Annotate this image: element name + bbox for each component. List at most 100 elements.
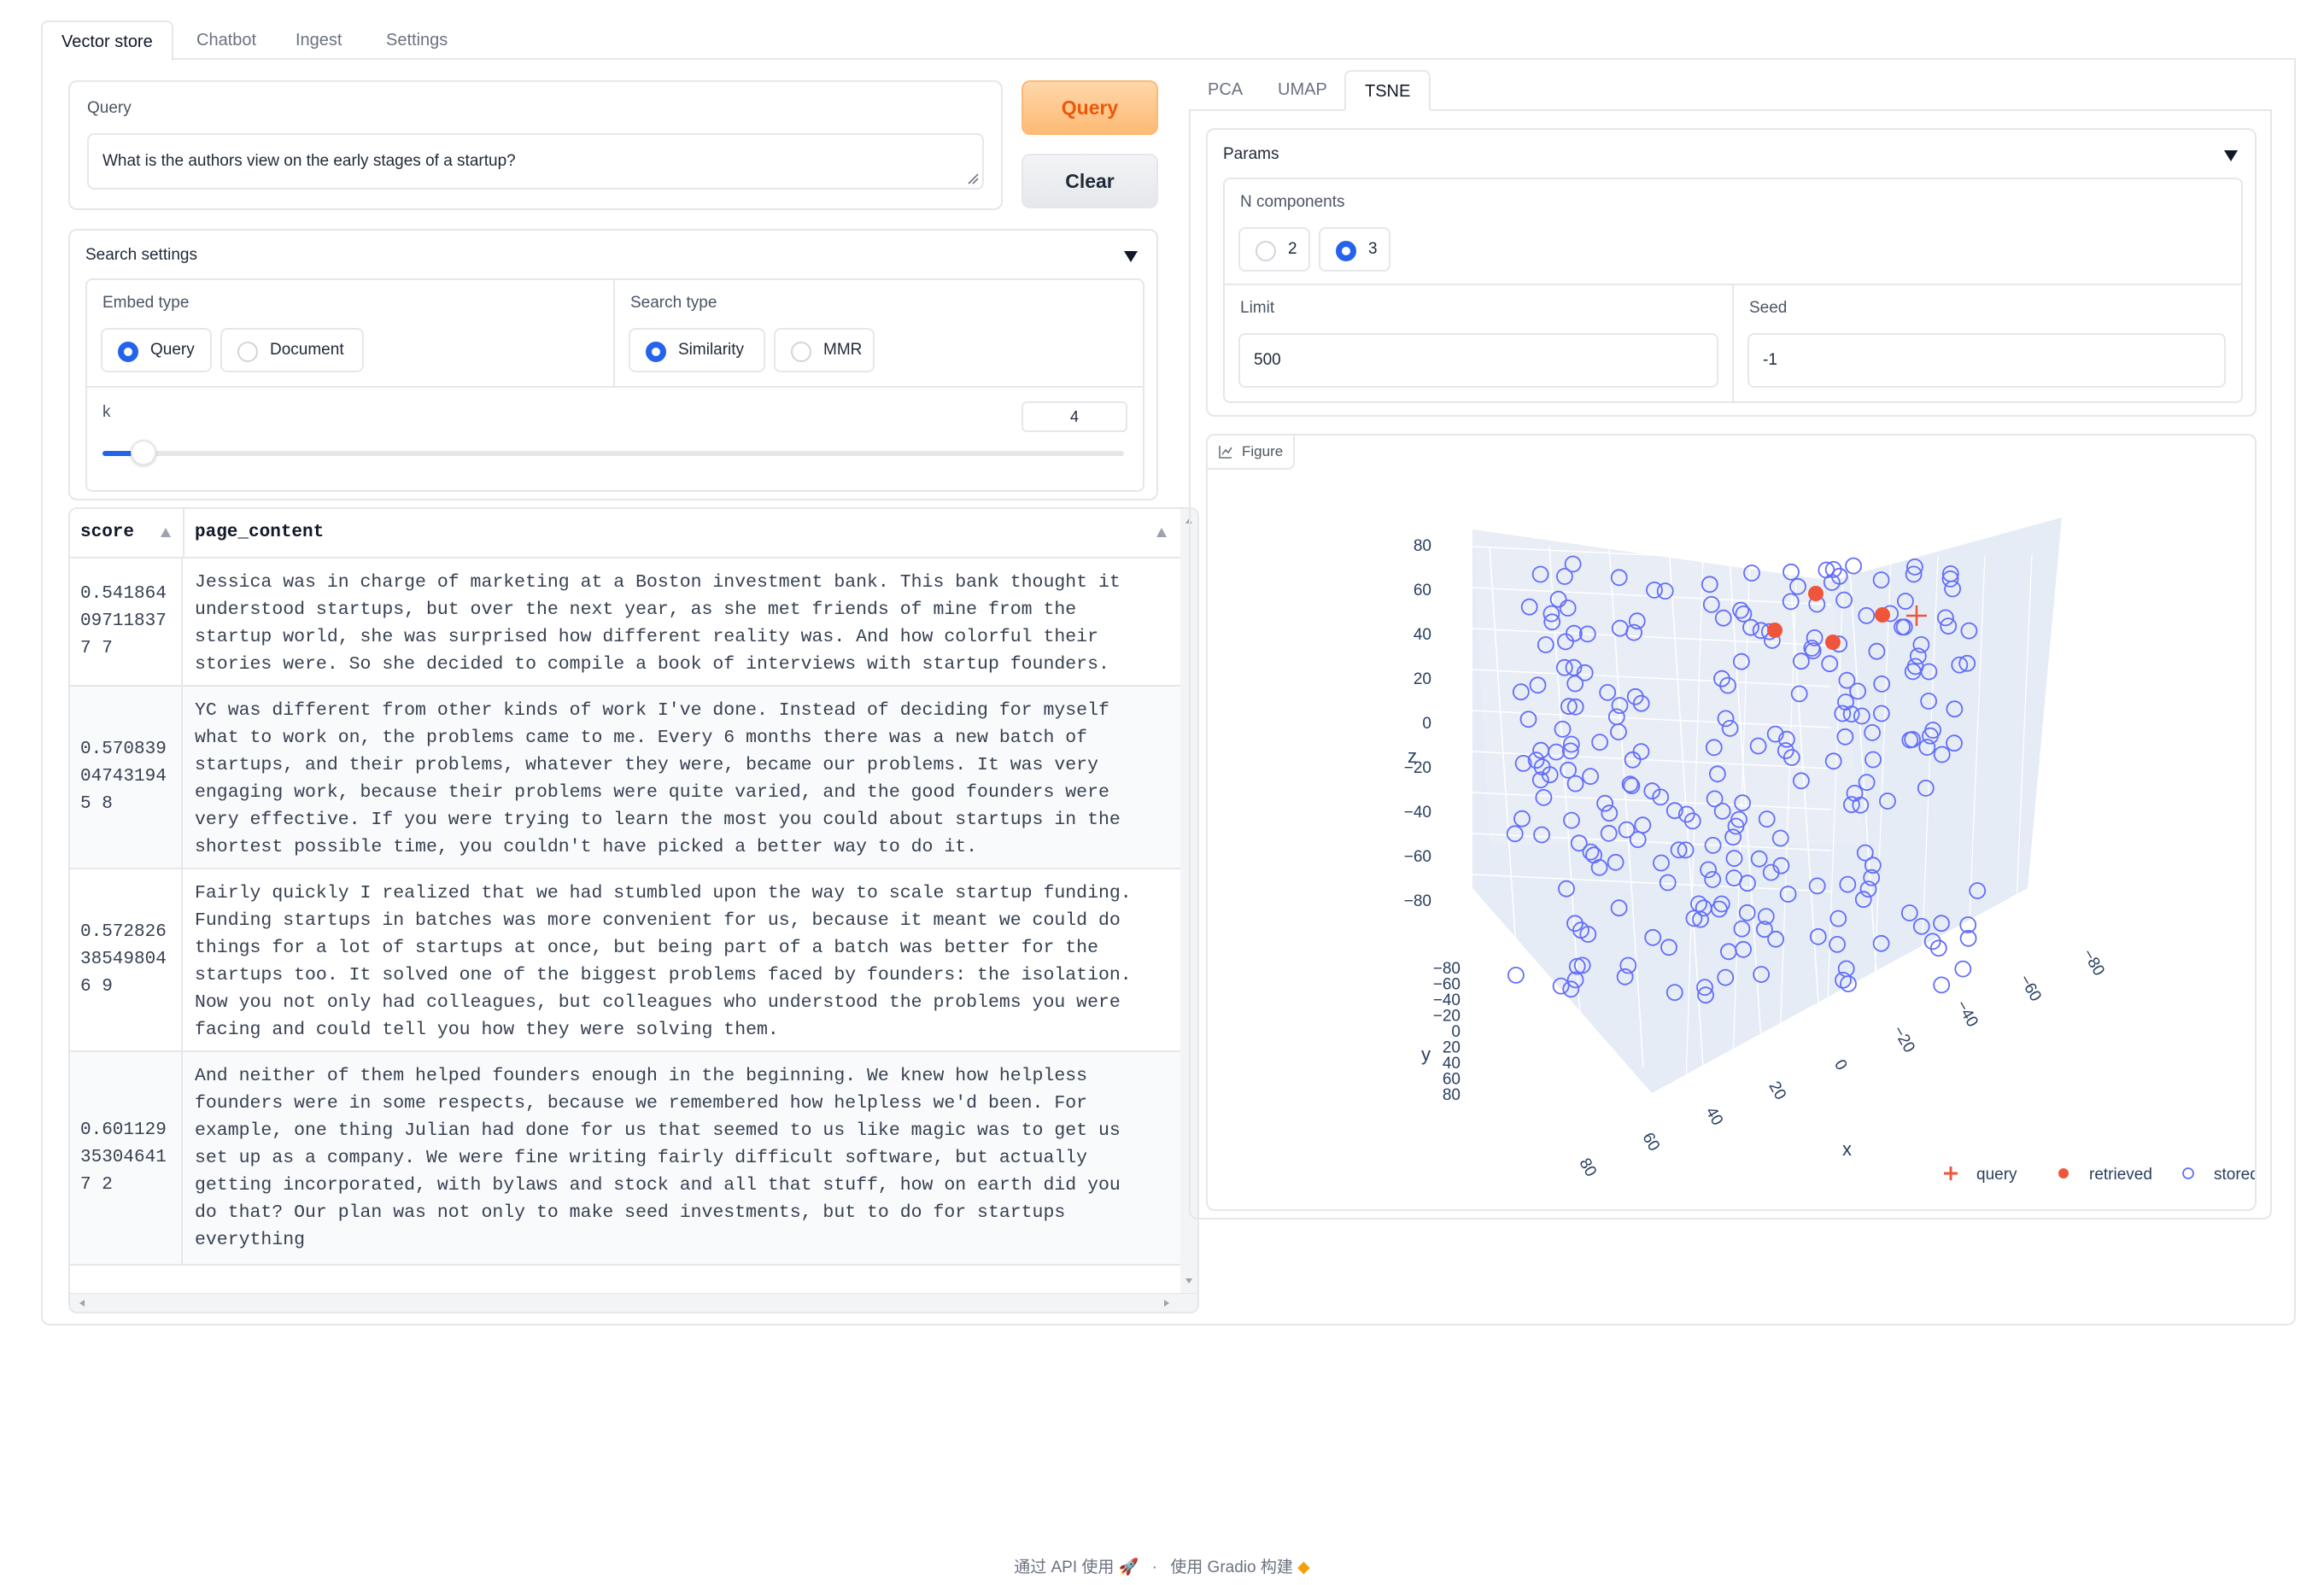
table-row[interactable]: 0.570839047431945 8 YC was different fro… (70, 687, 1184, 869)
scroll-down-icon[interactable] (1180, 1272, 1197, 1290)
score-cell: 0.570839047431945 8 (70, 687, 183, 868)
retrieved-point (1825, 635, 1841, 650)
embed-type-query-label: Query (150, 341, 195, 359)
radio-unselected-icon (791, 342, 811, 362)
n-components-3-radio[interactable]: 3 (1319, 227, 1390, 272)
vector-store-panel: Query What is the authors view on the ea… (41, 58, 2296, 1325)
tab-vector-store[interactable]: Vector store (41, 20, 173, 61)
table-row[interactable]: 0.541864097118377 7 Jessica was in charg… (70, 559, 1184, 687)
embed-type-document-radio[interactable]: Document (220, 328, 364, 372)
z-tick-label: −80 (1404, 892, 1431, 910)
horizontal-scrollbar[interactable] (70, 1293, 1197, 1312)
sort-asc-icon[interactable] (161, 528, 171, 537)
chart-icon (1219, 446, 1232, 459)
radio-selected-icon (1336, 241, 1356, 261)
results-table: score page_content 0.541864097118377 7 J… (68, 507, 1199, 1313)
scroll-right-icon[interactable] (1158, 1295, 1175, 1312)
col-header-score-label: score (80, 523, 135, 542)
search-settings-accordion: Search settings Embed type Query Documen… (68, 229, 1158, 500)
legend-query-icon (1944, 1167, 1958, 1180)
collapse-caret-icon[interactable] (2224, 150, 2238, 161)
n-components-group: N components 2 3 (1225, 179, 2241, 285)
tab-pca[interactable]: PCA (1189, 70, 1262, 111)
z-tick-label: 80 (1414, 537, 1431, 555)
limit-group: Limit 500 (1225, 285, 1734, 401)
built-with-gradio-link[interactable]: 使用 Gradio 构建 (1170, 1559, 1293, 1576)
col-header-page-content[interactable]: page_content (184, 509, 1124, 557)
legend-label: retrieved (2089, 1166, 2152, 1184)
col-header-page-content-label: page_content (195, 523, 325, 542)
stored-point (1929, 939, 1947, 957)
content-cell: Fairly quickly I realized that we had st… (195, 883, 1132, 1040)
x-tick-label: 0 (1830, 1056, 1850, 1073)
resize-handle-icon[interactable] (967, 173, 979, 184)
search-type-similarity-label: Similarity (678, 341, 745, 359)
use-via-api-link[interactable]: 通过 API 使用 (1014, 1559, 1114, 1576)
search-settings-body: Embed type Query Document Search type Si… (85, 278, 1144, 492)
table-row[interactable]: 0.601129353046417 2 And neither of them … (70, 1052, 1184, 1266)
score-cell: 0.572826385498046 9 (70, 869, 183, 1050)
retrieved-point (1875, 607, 1890, 623)
legend-stored-icon (2182, 1167, 2194, 1179)
search-type-mmr-radio[interactable]: MMR (774, 328, 875, 372)
gradio-logo-icon: ◆ (1297, 1559, 1310, 1576)
z-tick-label: 60 (1414, 582, 1431, 599)
scroll-left-icon[interactable] (73, 1295, 91, 1312)
tab-chatbot[interactable]: Chatbot (178, 20, 275, 61)
retrieved-point (1808, 586, 1823, 601)
query-input[interactable]: What is the authors view on the early st… (87, 133, 984, 190)
sort-asc-icon[interactable] (1156, 528, 1167, 537)
search-settings-title[interactable]: Search settings (85, 246, 197, 265)
k-label: k (102, 403, 111, 421)
table-row[interactable]: 0.572826385498046 9 Fairly quickly I rea… (70, 869, 1184, 1052)
query-label: Query (87, 99, 132, 117)
z-tick-label: −60 (1404, 848, 1431, 866)
query-button[interactable]: Query (1022, 80, 1158, 135)
seed-input[interactable]: -1 (1747, 333, 2226, 388)
k-number-input[interactable]: 4 (1022, 401, 1127, 432)
stored-point (1845, 557, 1862, 575)
legend-label: stored (2214, 1166, 2255, 1184)
search-type-mmr-label: MMR (823, 341, 863, 359)
figure-label-badge: Figure (1208, 436, 1296, 470)
embed-type-query-radio[interactable]: Query (101, 328, 212, 372)
search-type-label: Search type (630, 294, 717, 312)
n-components-2-label: 2 (1288, 240, 1297, 258)
params-body: N components 2 3 Limit 500 Seed -1 (1223, 178, 2243, 403)
search-type-group: Search type Similarity MMR (615, 280, 1143, 388)
embed-type-group: Embed type Query Document (87, 280, 615, 388)
tab-ingest[interactable]: Ingest (277, 20, 360, 61)
k-slider-thumb[interactable] (130, 440, 156, 465)
params-title[interactable]: Params (1223, 145, 1279, 164)
search-type-similarity-radio[interactable]: Similarity (629, 328, 765, 372)
figure-label-text: Figure (1242, 443, 1284, 459)
tsne-3d-scatter-plot[interactable]: 806040200−20−40−60−80−80−60−40−200204060… (1208, 470, 2255, 1204)
x-tick-label: −40 (1952, 997, 1982, 1030)
n-components-3-label: 3 (1368, 240, 1378, 258)
limit-input[interactable]: 500 (1238, 333, 1718, 388)
tab-umap[interactable]: UMAP (1259, 70, 1346, 111)
embed-type-document-label: Document (270, 341, 344, 359)
footer: 通过 API 使用 🚀 · 使用 Gradio 构建 ◆ (0, 1554, 2324, 1577)
x-tick-label: 80 (1575, 1155, 1600, 1180)
app-root: Vector store Chatbot Ingest Settings Que… (41, 17, 2296, 1325)
content-cell: And neither of them helped founders enou… (195, 1066, 1121, 1250)
z-tick-label: 20 (1414, 670, 1431, 688)
content-cell: Jessica was in charge of marketing at a … (195, 572, 1121, 675)
tab-tsne[interactable]: TSNE (1344, 70, 1431, 111)
collapse-caret-icon[interactable] (1124, 251, 1138, 262)
n-components-2-radio[interactable]: 2 (1238, 227, 1310, 272)
stored-point (1507, 967, 1525, 984)
axis-title-x: x (1842, 1138, 1852, 1160)
axis-title-y: y (1421, 1044, 1431, 1065)
clear-button[interactable]: Clear (1022, 154, 1158, 208)
projection-panel: PCA UMAP TSNE Params N components 2 3 Li… (1189, 58, 2272, 1237)
score-cell: 0.601129353046417 2 (70, 1052, 183, 1264)
z-tick-label: 40 (1414, 626, 1431, 644)
y-tick-label: 80 (1443, 1086, 1461, 1104)
k-slider-track[interactable] (102, 440, 1124, 465)
z-tick-label: 0 (1422, 715, 1431, 733)
embed-type-label: Embed type (102, 294, 190, 312)
tab-settings[interactable]: Settings (367, 20, 466, 61)
main-tabbar: Vector store Chatbot Ingest Settings (41, 17, 2296, 61)
